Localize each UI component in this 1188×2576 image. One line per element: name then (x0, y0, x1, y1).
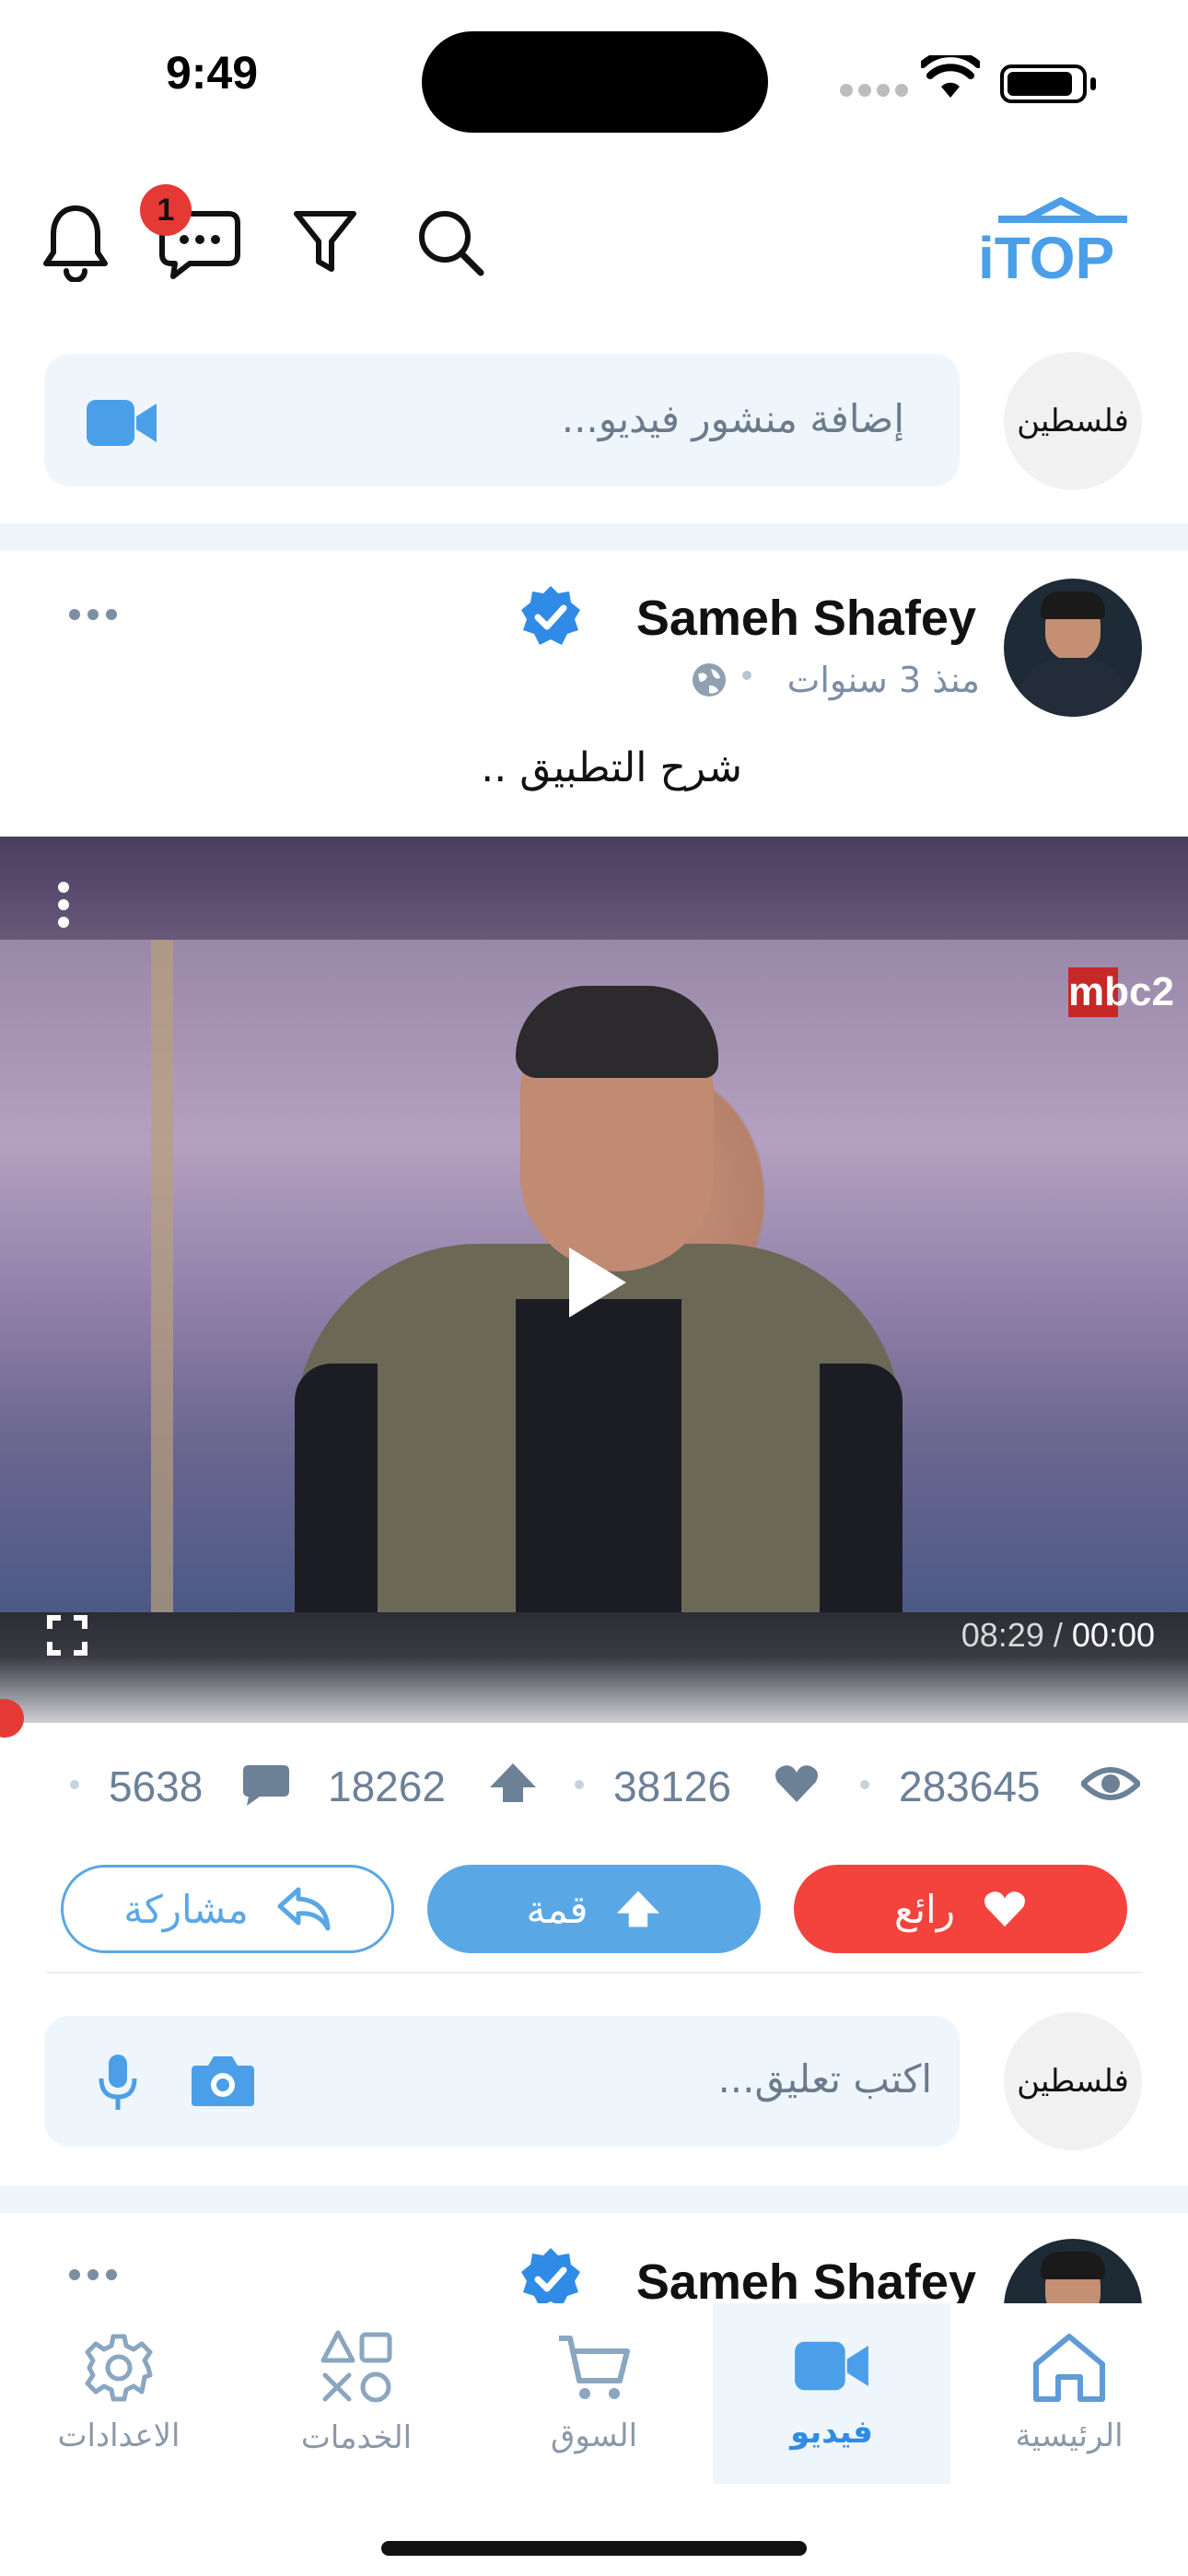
nav-label-video: فيديو (790, 2414, 873, 2451)
globe-icon (693, 663, 726, 697)
create-video-post-input[interactable]: إضافة منشور فيديو... (44, 354, 960, 486)
nav-item-settings[interactable]: الاعدادات (0, 2303, 238, 2484)
channel-logo: mbc2 (1068, 967, 1174, 1017)
post-time: منذ 3 سنوات (786, 660, 980, 700)
love-count-icon (775, 1765, 818, 1802)
video-camera-icon[interactable] (85, 398, 158, 448)
page-logo-text: فلسطين (1017, 403, 1129, 439)
message-badge: 1 (140, 184, 192, 236)
fullscreen-icon[interactable] (46, 1614, 88, 1657)
comment-placeholder: اكتب تعليق... (717, 2056, 932, 2102)
comment-count: 5638 (109, 1762, 204, 1810)
home-icon (1033, 2334, 1105, 2402)
views-eye-icon (1081, 1767, 1140, 1800)
heart-icon (984, 1891, 1025, 1927)
cellular-signal-icon (840, 83, 914, 100)
video-icon (795, 2341, 868, 2391)
play-button[interactable] (569, 1247, 626, 1317)
nav-item-home[interactable]: الرئيسية (950, 2303, 1188, 2484)
time-separator: / (1053, 1616, 1063, 1654)
share-button[interactable]: مشاركة (61, 1865, 394, 1953)
battery-icon (1000, 64, 1096, 103)
nav-label-market: السوق (550, 2418, 638, 2454)
nav-item-video[interactable]: فيديو (713, 2303, 950, 2484)
comment-count-icon (243, 1765, 289, 1806)
commenter-logo-text: فلسطين (1017, 2063, 1129, 2100)
nav-label-home: الرئيسية (1015, 2418, 1124, 2454)
share-reply-icon (277, 1887, 331, 1931)
verified-badge-icon (521, 586, 580, 645)
services-icon (320, 2330, 392, 2403)
love-count: 38126 (613, 1762, 731, 1810)
stat-separator (860, 1780, 869, 1789)
more-options-icon[interactable] (68, 608, 118, 621)
arrow-up-icon (617, 1891, 660, 1927)
home-indicator[interactable] (381, 2541, 807, 2556)
author-avatar[interactable] (1004, 579, 1142, 717)
up-button-label: قمة (526, 1886, 588, 1932)
filter-icon[interactable] (293, 208, 357, 276)
nav-label-services: الخدمات (300, 2419, 413, 2456)
nav-item-market[interactable]: السوق (475, 2303, 713, 2484)
stat-separator (575, 1780, 584, 1789)
stat-separator (70, 1780, 79, 1789)
more-options-icon[interactable] (68, 2268, 118, 2281)
commenter-avatar[interactable]: فلسطين (1004, 2012, 1142, 2150)
page-avatar[interactable]: فلسطين (1004, 352, 1142, 490)
love-button[interactable]: رائع (794, 1865, 1127, 1953)
views-count: 283645 (899, 1762, 1041, 1810)
feed-divider (0, 523, 1188, 551)
gear-icon (85, 2334, 153, 2402)
video-time: 08:29 / 00:00 (961, 1616, 1155, 1655)
post-text: شرح التطبيق .. (481, 744, 742, 791)
comment-input[interactable]: اكتب تعليق... (44, 2016, 960, 2147)
video-current-time: 00:00 (1071, 1616, 1155, 1654)
feed-divider (0, 2185, 1188, 2213)
camera-icon[interactable] (190, 2055, 256, 2108)
video-duration: 08:29 (961, 1616, 1044, 1654)
wifi-icon (921, 55, 980, 98)
post-divider (46, 1972, 1142, 1973)
microphone-icon[interactable] (98, 2053, 138, 2112)
post-author-name[interactable]: Sameh Shafey (636, 590, 976, 647)
video-menu-icon[interactable] (57, 881, 70, 929)
nav-item-services[interactable]: الخدمات (238, 2303, 475, 2484)
dynamic-island (422, 31, 768, 133)
cart-icon (559, 2336, 630, 2399)
next-post-author-name[interactable]: Sameh Shafey (636, 2254, 976, 2311)
nav-label-settings: الاعدادات (57, 2418, 181, 2454)
composer-placeholder: إضافة منشور فيديو... (561, 396, 904, 441)
app-logo: iTOP (978, 197, 1127, 286)
search-icon[interactable] (414, 206, 486, 278)
up-button[interactable]: قمة (427, 1865, 761, 1953)
share-button-label: مشاركة (123, 1886, 249, 1932)
bell-icon[interactable] (42, 203, 109, 282)
meta-separator (742, 671, 751, 680)
logo-text: iTOP (978, 225, 1114, 286)
love-button-label: رائع (894, 1886, 955, 1932)
up-count: 18262 (328, 1762, 446, 1810)
status-time: 9:49 (166, 47, 259, 99)
up-count-icon (490, 1763, 536, 1802)
